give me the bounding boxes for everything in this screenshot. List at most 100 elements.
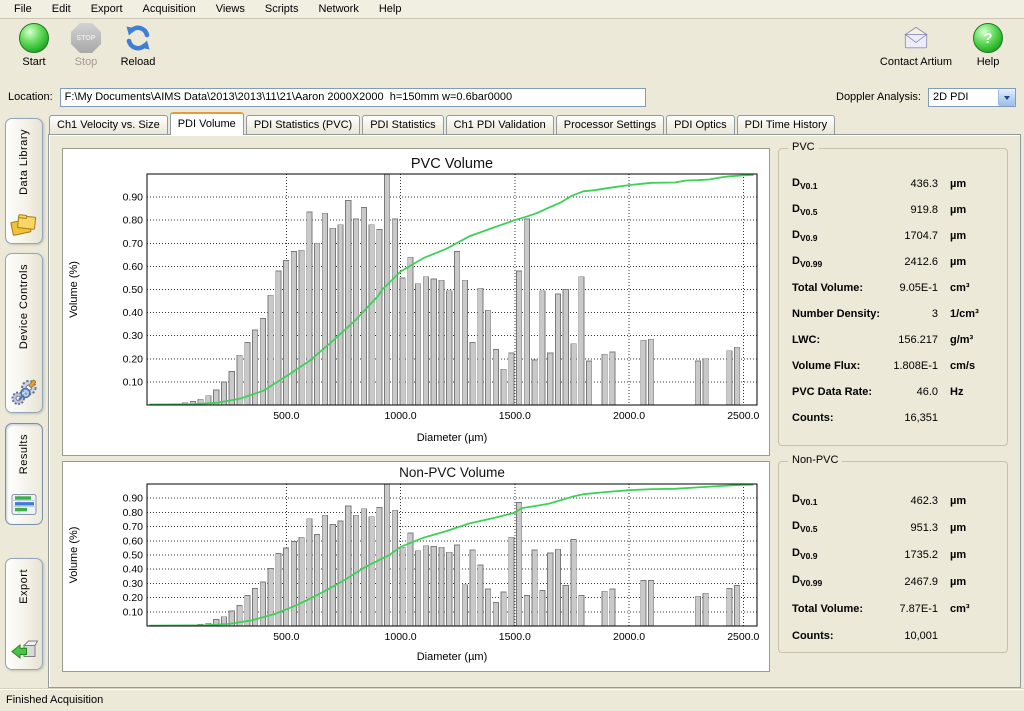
tab-pdi-statistics[interactable]: PDI Statistics — [362, 115, 443, 134]
stat-value: 436.3 — [882, 178, 938, 190]
stat-row: DV0.1436.3µm — [779, 171, 1007, 197]
svg-text:0.70: 0.70 — [123, 521, 144, 533]
tab-processor-settings[interactable]: Processor Settings — [556, 115, 664, 134]
stat-unit: µm — [938, 230, 1007, 242]
gears-icon — [10, 379, 38, 406]
svg-text:0.90: 0.90 — [123, 192, 144, 204]
svg-text:0.40: 0.40 — [123, 564, 144, 576]
chevron-down-icon[interactable] — [998, 89, 1015, 106]
stat-label: PVC Data Rate: — [792, 386, 882, 398]
stat-label: Number Density: — [792, 308, 882, 320]
menu-item-file[interactable]: File — [4, 1, 42, 18]
svg-text:0.80: 0.80 — [123, 507, 144, 519]
reload-label: Reload — [121, 56, 156, 68]
svg-text:0.60: 0.60 — [123, 261, 144, 273]
svg-text:0.60: 0.60 — [123, 535, 144, 547]
location-input[interactable] — [60, 88, 646, 107]
results-chart-icon — [10, 491, 38, 518]
tab-pdi-time-history[interactable]: PDI Time History — [737, 115, 836, 134]
stat-label: DV0.5 — [792, 203, 882, 217]
stat-unit: cm³ — [938, 603, 1007, 615]
stat-value: 46.0 — [882, 386, 938, 398]
doppler-analysis-value: 2D PDI — [929, 91, 998, 103]
svg-text:0.90: 0.90 — [123, 493, 144, 505]
svg-text:1500.0: 1500.0 — [499, 410, 531, 422]
stat-value: 462.3 — [882, 495, 938, 507]
stat-unit: µm — [938, 178, 1007, 190]
tab-content: 0.100.200.300.400.500.600.700.800.90500.… — [48, 134, 1021, 688]
menu-item-network[interactable]: Network — [308, 1, 368, 18]
stat-value: 1704.7 — [882, 230, 938, 242]
help-button[interactable]: ? Help — [962, 23, 1014, 68]
stat-label: Total Volume: — [792, 603, 882, 615]
nonpvc-group-title: Non-PVC — [788, 454, 842, 466]
menu-item-export[interactable]: Export — [81, 1, 133, 18]
stat-row: Total Volume:9.05E-1cm³ — [779, 275, 1007, 301]
export-icon — [10, 636, 38, 663]
stat-value: 2467.9 — [882, 576, 938, 588]
reload-button[interactable]: Reload — [112, 23, 164, 68]
doppler-analysis-select[interactable]: 2D PDI — [928, 88, 1016, 107]
tab-pdi-statistics-pvc-[interactable]: PDI Statistics (PVC) — [246, 115, 360, 134]
svg-text:0.20: 0.20 — [123, 353, 144, 365]
pvc-stats-group: PVC DV0.1436.3µmDV0.5919.8µmDV0.91704.7µ… — [778, 148, 1008, 446]
sidebar-item-device-controls[interactable]: Device Controls — [5, 253, 43, 413]
tab-strip: Ch1 Velocity vs. SizePDI VolumePDI Stati… — [48, 111, 1021, 134]
svg-text:500.0: 500.0 — [273, 410, 299, 422]
stat-row: Counts:16,351 — [779, 405, 1007, 431]
stat-unit: µm — [938, 522, 1007, 534]
sidebar-item-label: Export — [18, 569, 30, 604]
menu-item-acquisition[interactable]: Acquisition — [133, 1, 206, 18]
tab-pdi-optics[interactable]: PDI Optics — [666, 115, 735, 134]
contact-artium-button[interactable]: Contact Artium — [878, 23, 954, 68]
status-bar: Finished Acquisition — [0, 688, 1024, 710]
tab-ch1-velocity-vs-size[interactable]: Ch1 Velocity vs. Size — [49, 115, 168, 134]
stat-label: Counts: — [792, 412, 882, 424]
stat-row: Number Density:31/cm³ — [779, 301, 1007, 327]
stat-unit: cm/s — [938, 360, 1007, 372]
stat-unit: cm³ — [938, 282, 1007, 294]
menu-item-help[interactable]: Help — [369, 1, 412, 18]
menu-item-edit[interactable]: Edit — [42, 1, 81, 18]
stat-unit: µm — [938, 204, 1007, 216]
start-button[interactable]: Start — [8, 23, 60, 68]
stat-row: Counts:10,001 — [779, 622, 1007, 649]
envelope-icon — [900, 23, 932, 53]
svg-text:Non-PVC Volume: Non-PVC Volume — [399, 465, 505, 480]
stat-value: 1.808E-1 — [882, 360, 938, 372]
svg-text:PVC Volume: PVC Volume — [411, 156, 493, 172]
sidebar-item-export[interactable]: Export — [5, 558, 43, 670]
start-icon — [19, 23, 49, 53]
reload-icon — [122, 23, 154, 53]
svg-text:Diameter (µm): Diameter (µm) — [417, 432, 488, 444]
stat-unit: µm — [938, 576, 1007, 588]
svg-text:0.70: 0.70 — [123, 238, 144, 250]
help-label: Help — [977, 56, 1000, 68]
help-icon-glyph: ? — [983, 30, 992, 47]
stat-unit: µm — [938, 256, 1007, 268]
sidebar-item-results[interactable]: Results — [5, 423, 43, 525]
sidebar-item-data-library[interactable]: Data Library — [5, 118, 43, 244]
tab-pdi-volume[interactable]: PDI Volume — [170, 112, 244, 135]
stat-unit: µm — [938, 495, 1007, 507]
stat-label: DV0.9 — [792, 229, 882, 243]
stat-row: Volume Flux:1.808E-1cm/s — [779, 353, 1007, 379]
nonpvc-volume-chart: 0.100.200.300.400.500.600.700.800.90500.… — [63, 462, 769, 671]
menu-item-views[interactable]: Views — [206, 1, 255, 18]
menu-item-scripts[interactable]: Scripts — [255, 1, 309, 18]
stat-label: DV0.1 — [792, 493, 882, 507]
svg-text:2500.0: 2500.0 — [727, 631, 759, 643]
stat-row: Total Volume:7.87E-1cm³ — [779, 595, 1007, 622]
svg-text:2000.0: 2000.0 — [613, 631, 645, 643]
svg-text:0.80: 0.80 — [123, 215, 144, 227]
svg-text:1500.0: 1500.0 — [499, 631, 531, 643]
folders-icon — [10, 210, 38, 237]
tab-ch1-pdi-validation[interactable]: Ch1 PDI Validation — [446, 115, 554, 134]
stop-icon: STOP — [71, 23, 101, 53]
stat-value: 7.87E-1 — [882, 603, 938, 615]
stop-button[interactable]: STOP Stop — [60, 23, 112, 68]
stat-value: 156.217 — [882, 334, 938, 346]
svg-text:Diameter (µm): Diameter (µm) — [417, 651, 488, 663]
location-row: Location: Doppler Analysis: 2D PDI — [0, 83, 1024, 111]
contact-artium-label: Contact Artium — [880, 56, 952, 68]
